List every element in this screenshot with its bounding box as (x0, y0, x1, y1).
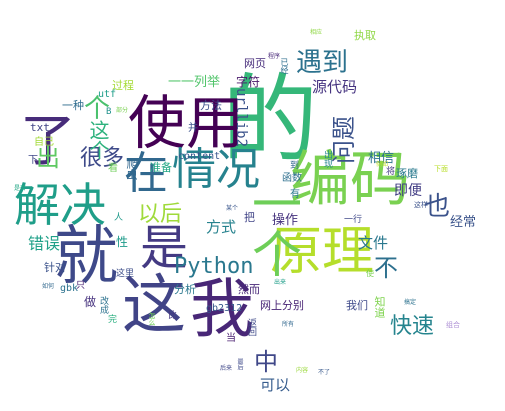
word-xiangying: 相应 (310, 29, 323, 36)
word-fangfa: 方法 (200, 99, 222, 112)
word-shi2: 使 (366, 269, 374, 278)
word-zhege: 这个 (86, 120, 110, 160)
word-xia: 下 (28, 155, 38, 166)
word-zhidao: 知道 (373, 296, 386, 318)
word-zheli: 这里 (116, 269, 135, 279)
word-kuaisu: 快速 (390, 314, 435, 339)
word-houlai: 后来 (220, 365, 233, 372)
word-b: B (106, 107, 112, 117)
word-fangshi: 方式 (206, 218, 237, 236)
word-yizhong: 一种 (62, 99, 84, 112)
word-bu: 不 (374, 254, 398, 282)
word-zenme: 怎么 (148, 312, 156, 326)
word-utf: utf (98, 89, 117, 100)
word-buliao: 不了 (318, 369, 331, 376)
word-yijing: 已经 (280, 58, 289, 74)
word-jiu: 就 (54, 220, 118, 294)
word-hanshu: 函数 (282, 173, 302, 184)
word-zhiqu: 执取 (354, 29, 376, 42)
word-wenjian: 文件 (358, 234, 389, 252)
word-dao: 到 (290, 161, 300, 171)
word-suoyou: 所有 (282, 321, 295, 328)
word-gaoding: 搞定 (404, 299, 417, 306)
word-xing: 性 (116, 235, 129, 249)
word-bufen: 部分 (116, 107, 129, 114)
word-caozuo: 操作 (272, 213, 299, 228)
word-zhi: 只 (76, 281, 86, 291)
word-zhuomo: 琢磨 (396, 167, 418, 180)
word-ba: 把 (244, 211, 255, 224)
word-jiang: 将 (386, 167, 396, 177)
word-yihang: 一行 (344, 215, 363, 225)
word-raner: 然而 (238, 283, 260, 296)
word-ruhe: 如何 (42, 283, 55, 290)
word-wangshangfenbie: 网上分别 (260, 299, 304, 312)
word-xiamian: 下面 (434, 165, 448, 173)
word-chu: 出 (36, 144, 60, 172)
word-jiejue: 解决 (14, 178, 106, 232)
word-yihou: 以后 (138, 202, 183, 227)
word-zhendui: 针对 (44, 261, 66, 274)
word-wenti: 问题 (330, 116, 358, 164)
word-yudao: 遇到 (296, 48, 349, 78)
word-zuo: 做 (84, 295, 97, 309)
word-mouge: 某个 (226, 205, 239, 212)
word-jibian: 即便 (394, 183, 422, 199)
word-python: Python (174, 254, 254, 279)
word-fanhui: 返回 (246, 318, 256, 336)
word-zuihou: 最后 (236, 358, 243, 370)
word-cloud-canvas: 的 使用 编码 就 我 这 情况 在 解决 了 原理 一个 是 Python 问… (0, 0, 505, 411)
word-chuxian: 出现 (322, 150, 332, 168)
word-ren: 人 (114, 213, 124, 223)
word-shifou: 是否 (14, 185, 27, 192)
word-urllib2: urllib2 (233, 88, 249, 148)
word-jingchang: 经常 (450, 215, 477, 230)
word-dang: 当 (226, 333, 236, 344)
word-wan: 完 (108, 315, 118, 325)
word-yuandaima: 源代码 (312, 78, 358, 96)
word-chengxu: 程序 (268, 53, 281, 60)
word-ziji: 自己 (34, 137, 54, 148)
word-liru: 例如 (376, 161, 389, 168)
word-zifu: 字符 (236, 75, 261, 89)
word-neirong: 内容 (296, 367, 309, 374)
word-zhunbei: 准备 (150, 161, 172, 174)
word-fenxi: 分析 (174, 283, 196, 296)
word-content: content (178, 151, 221, 162)
word-bi: 比 (168, 311, 178, 321)
word-pachong: 爬虫 (125, 158, 138, 180)
word-gb2312: gb2312 (206, 303, 243, 314)
word-chulai: 出来 (274, 279, 287, 286)
word-cuowu: 错误 (28, 234, 61, 253)
word-zuhe: 组合 (446, 321, 460, 329)
word-keyi: 可以 (260, 376, 291, 394)
word-women: 我们 (346, 299, 368, 312)
word-gaicheng: 改成 (98, 296, 108, 314)
word-zhong: 中 (254, 348, 278, 376)
word-zheyang: 这样 (414, 201, 428, 209)
word-txt: txt (30, 121, 50, 134)
word-kan: 看 (108, 163, 118, 174)
word-bing: 并 (188, 123, 198, 134)
word-yiyiliejv: 一一列举 (168, 75, 221, 90)
word-wangye: 网页 (244, 57, 266, 70)
word-you: 有 (290, 189, 300, 200)
